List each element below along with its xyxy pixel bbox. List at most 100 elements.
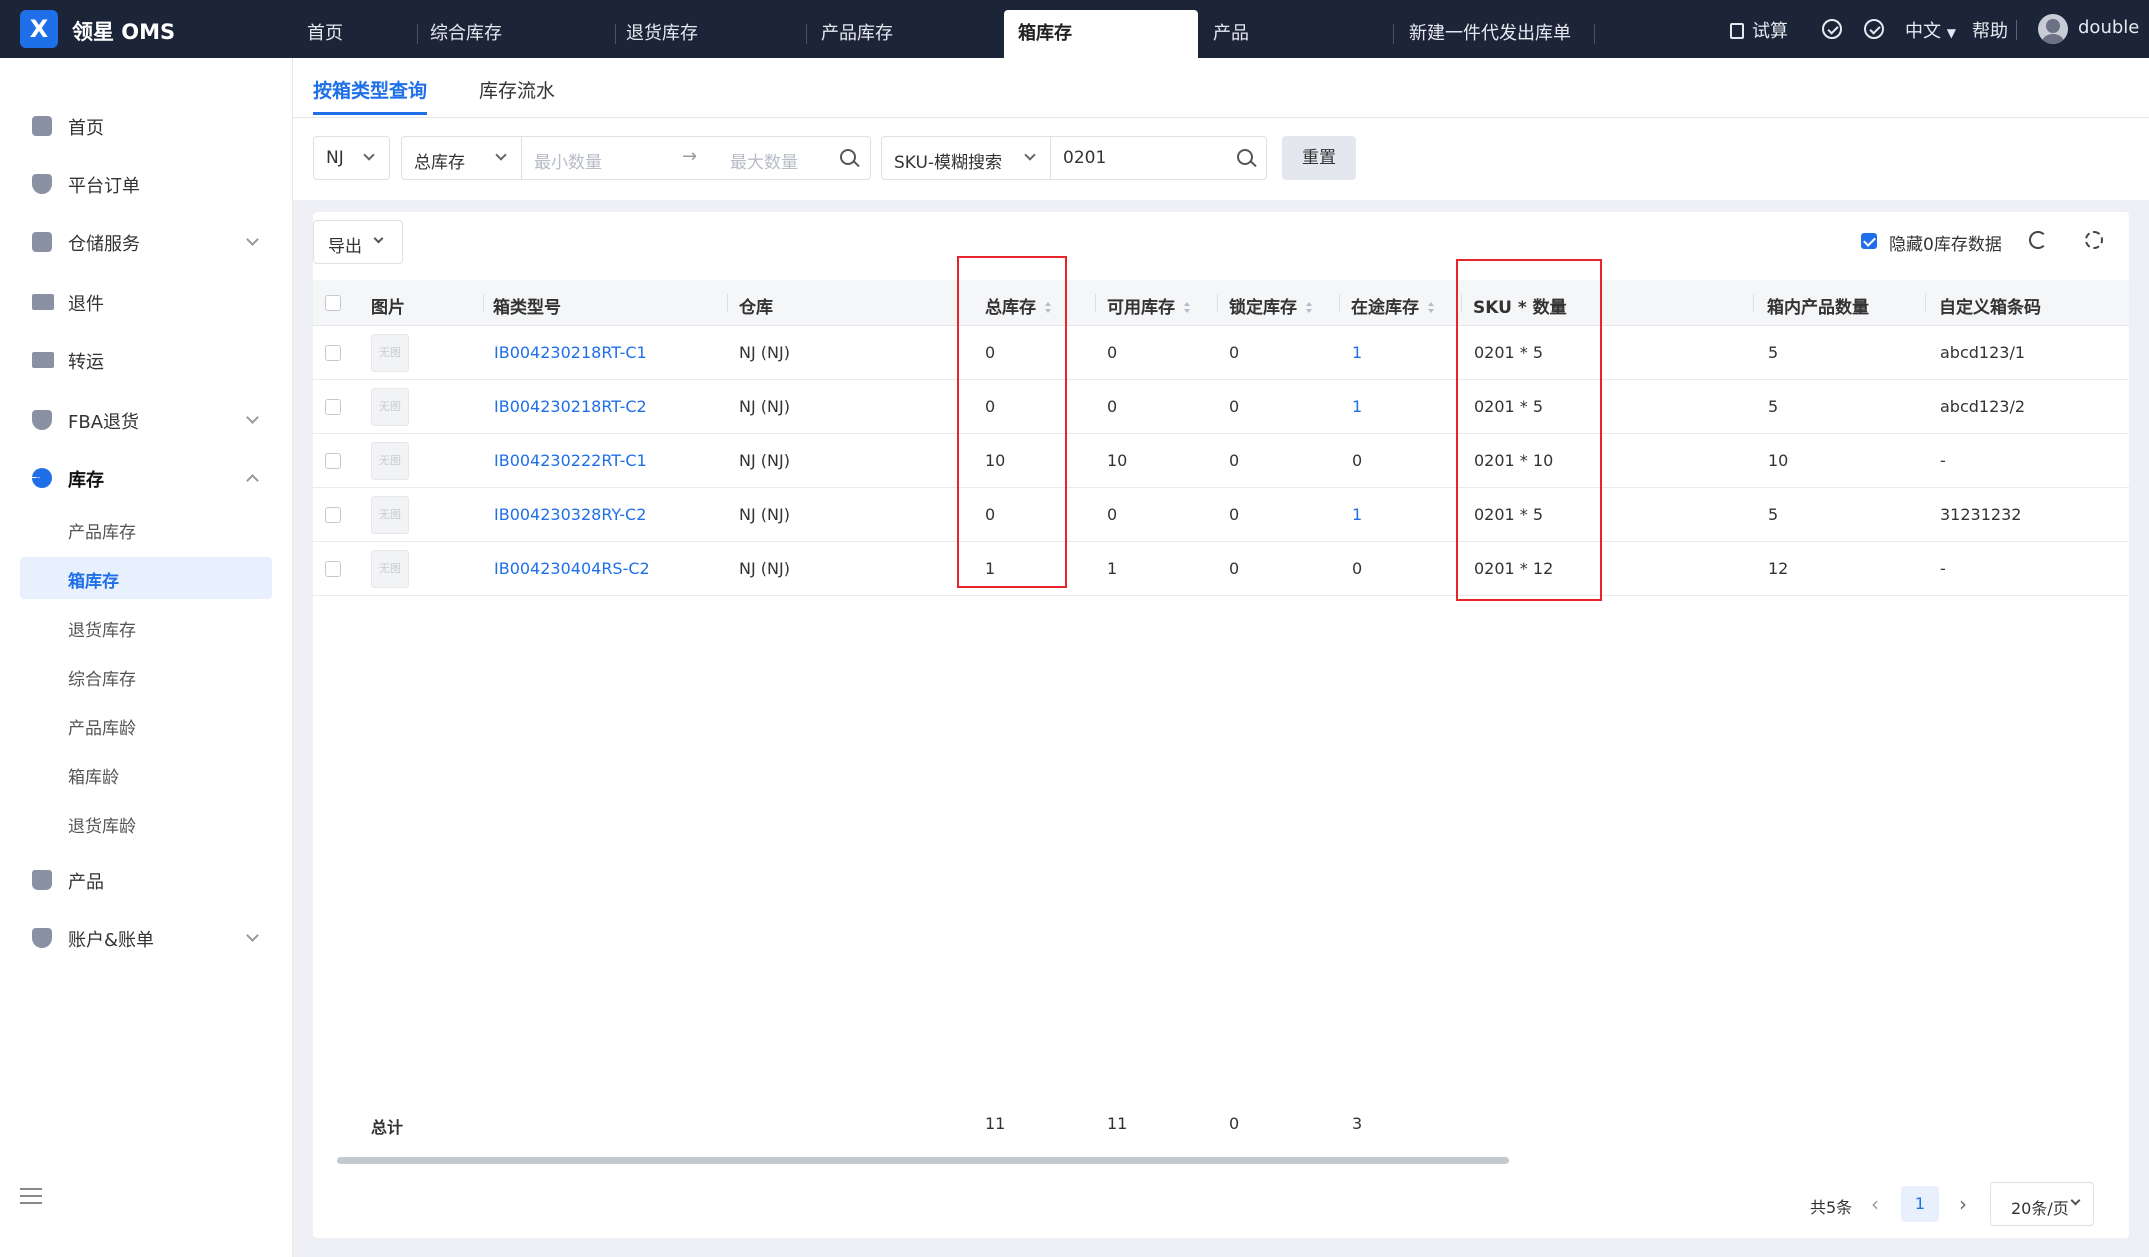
top-tab-combined-stock[interactable]: 综合库存 (430, 0, 616, 58)
search-icon[interactable] (840, 149, 856, 165)
sidebar-subitem-box-age[interactable]: 箱库龄 (20, 753, 272, 795)
user-avatar[interactable] (2038, 14, 2068, 44)
locked-stock-cell: 0 (1229, 343, 1240, 362)
bag-icon (32, 870, 52, 890)
sort-icon[interactable] (1305, 302, 1313, 314)
header-box-product-quantity: 箱内产品数量 (1767, 298, 1869, 318)
top-tab-product-stock[interactable]: 产品库存 (821, 0, 1001, 58)
warehouse-select[interactable]: NJ (313, 136, 390, 180)
user-name[interactable]: double (2078, 17, 2139, 38)
header-available-stock[interactable]: 可用库存 (1107, 293, 1191, 318)
min-quantity-input[interactable]: 最小数量 (534, 148, 602, 173)
calc-button[interactable]: 试算 (1730, 17, 1788, 43)
chevron-down-icon (363, 149, 375, 161)
box-type-link[interactable]: IB004230222RT-C1 (494, 451, 647, 470)
barcode-cell: - (1940, 559, 1946, 578)
header-custom-barcode: 自定义箱条码 (1939, 298, 2041, 318)
row-checkbox[interactable] (325, 561, 341, 577)
hide-zero-stock-checkbox[interactable] (1861, 233, 1877, 249)
box-type-link[interactable]: IB004230218RT-C2 (494, 397, 647, 416)
tab-stock-flow[interactable]: 库存流水 (479, 76, 555, 103)
stock-type-select[interactable]: 总库存 (401, 136, 522, 180)
export-button[interactable]: 导出 (313, 220, 403, 264)
page-number-button[interactable]: 1 (1901, 1186, 1939, 1222)
language-selector[interactable]: 中文 ▼ (1905, 17, 1956, 43)
reset-button[interactable]: 重置 (1282, 136, 1356, 180)
box-quantity-cell: 12 (1768, 559, 1789, 578)
sidebar: 首页 平台订单 仓储服务 退件 转运 FBA退货 库存 产品库存 箱库存 退货库… (0, 58, 293, 1257)
sidebar-subitem-combined-stock[interactable]: 综合库存 (20, 655, 272, 697)
settings-icon[interactable] (1864, 19, 1884, 39)
column-settings-icon[interactable] (2085, 231, 2103, 249)
in-transit-cell: 0 (1352, 451, 1363, 470)
select-all-checkbox[interactable] (325, 295, 341, 311)
box-type-link[interactable]: IB004230404RS-C2 (494, 559, 650, 578)
row-checkbox[interactable] (325, 399, 341, 415)
collapse-menu-icon[interactable] (20, 1188, 42, 1206)
warehouse-cell: NJ (NJ) (739, 397, 790, 416)
box-type-link[interactable]: IB004230328RY-C2 (494, 505, 646, 524)
sidebar-item-fba-returns[interactable]: FBA退货 (0, 398, 293, 442)
in-transit-link[interactable]: 1 (1352, 397, 1362, 416)
horizontal-scrollbar[interactable] (319, 1154, 2123, 1166)
tab-query-by-box-type[interactable]: 按箱类型查询 (313, 76, 428, 115)
sidebar-item-platform-orders[interactable]: 平台订单 (0, 162, 293, 206)
quantity-range-input[interactable]: 最小数量 → 最大数量 (521, 136, 871, 180)
sidebar-subitem-return-age[interactable]: 退货库龄 (20, 802, 272, 844)
row-checkbox[interactable] (325, 507, 341, 523)
totals-locked-stock: 0 (1229, 1114, 1240, 1133)
top-tab-box-stock[interactable]: 箱库存 (1004, 10, 1198, 58)
in-transit-link[interactable]: 1 (1352, 343, 1362, 362)
top-tab-product[interactable]: 产品 (1213, 0, 1394, 58)
row-checkbox[interactable] (325, 345, 341, 361)
header-locked-stock[interactable]: 锁定库存 (1229, 293, 1313, 318)
app-brand: 领星 OMS (72, 20, 176, 44)
sidebar-subitem-return-stock[interactable]: 退货库存 (20, 606, 272, 648)
warehouse-cell: NJ (NJ) (739, 343, 790, 362)
available-stock-cell: 1 (1107, 559, 1118, 578)
max-quantity-input[interactable]: 最大数量 (730, 148, 798, 173)
totals-label: 总计 (371, 1118, 404, 1137)
next-page-icon[interactable]: › (1959, 1192, 1967, 1216)
refresh-icon[interactable] (2029, 231, 2047, 249)
sort-icon[interactable] (1183, 302, 1191, 314)
hide-zero-stock-label: 隐藏0库存数据 (1889, 235, 2002, 255)
chevron-down-icon (246, 411, 259, 424)
sidebar-item-returns[interactable]: 退件 (0, 280, 293, 324)
sidebar-item-transfer[interactable]: 转运 (0, 338, 293, 382)
available-stock-cell: 10 (1107, 451, 1128, 470)
top-navigation-bar: X 领星 OMS 首页 综合库存 退货库存 产品库存 箱库存 产品 新建一件代发… (0, 0, 2149, 58)
prev-page-icon[interactable]: ‹ (1871, 1192, 1879, 1216)
box-type-link[interactable]: IB004230218RT-C1 (494, 343, 647, 362)
search-type-select[interactable]: SKU-模糊搜索 (881, 136, 1051, 180)
scrollbar-thumb[interactable] (337, 1157, 1509, 1164)
sidebar-item-inventory[interactable]: 库存 (0, 456, 293, 500)
available-stock-cell: 0 (1107, 505, 1118, 524)
sidebar-item-warehouse-service[interactable]: 仓储服务 (0, 220, 293, 264)
top-tab-return-stock[interactable]: 退货库存 (626, 0, 807, 58)
header-in-transit-stock[interactable]: 在途库存 (1351, 293, 1435, 318)
sidebar-item-product[interactable]: 产品 (0, 858, 293, 902)
sidebar-item-home[interactable]: 首页 (0, 104, 293, 148)
sort-icon[interactable] (1427, 302, 1435, 314)
header-warehouse: 仓库 (739, 298, 773, 318)
box-quantity-cell: 10 (1768, 451, 1789, 470)
help-link[interactable]: 帮助 (1972, 17, 2008, 43)
sidebar-item-account-billing[interactable]: 账户&账单 (0, 916, 293, 960)
pie-chart-icon (32, 468, 52, 488)
product-image-placeholder: 无图 (371, 496, 409, 534)
download-icon[interactable] (1822, 19, 1842, 39)
search-icon[interactable] (1237, 149, 1253, 165)
header-box-type: 箱类型号 (493, 298, 561, 318)
row-checkbox[interactable] (325, 453, 341, 469)
sidebar-subitem-box-stock[interactable]: 箱库存 (20, 557, 272, 599)
top-tab-home[interactable]: 首页 (307, 0, 418, 58)
sidebar-subitem-product-stock[interactable]: 产品库存 (20, 508, 272, 550)
in-transit-link[interactable]: 1 (1352, 505, 1362, 524)
box-quantity-cell: 5 (1768, 343, 1779, 362)
top-tab-new-dropship-order[interactable]: 新建一件代发出库单 (1409, 0, 1595, 58)
table-row: 无图 IB004230404RS-C2 NJ (NJ) 1 1 0 0 0201… (313, 542, 2129, 596)
sidebar-subitem-product-age[interactable]: 产品库龄 (20, 704, 272, 746)
page-size-select[interactable]: 20条/页 (1990, 1182, 2094, 1226)
sku-search-input[interactable]: 0201 (1050, 136, 1267, 180)
